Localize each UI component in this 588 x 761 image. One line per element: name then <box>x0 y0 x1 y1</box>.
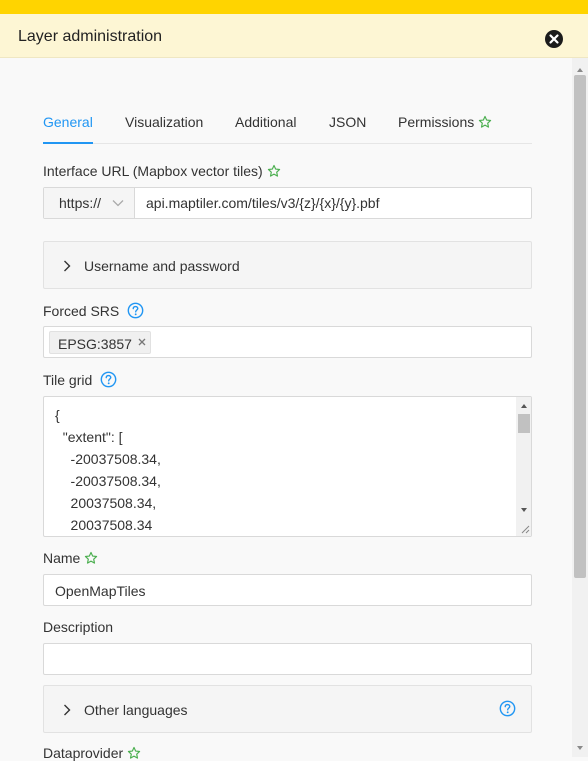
brand-stripe <box>0 0 588 14</box>
name-label: Name <box>43 550 81 566</box>
star-icon <box>127 746 141 759</box>
forced-srs-field[interactable]: EPSG:3857 <box>43 326 532 358</box>
forced-srs-label-row: Forced SRS <box>43 302 144 319</box>
interface-url-label: Interface URL (Mapbox vector tiles) <box>43 163 263 179</box>
other-languages-collapse[interactable]: Other languages <box>43 685 532 733</box>
interface-url-field: https:// api.maptiler.com/tiles/v3/{z}/{… <box>43 187 532 219</box>
dataprovider-label-row: Dataprovider <box>43 745 141 761</box>
active-tab-indicator <box>43 142 93 144</box>
tile-grid-label-row: Tile grid <box>43 371 117 388</box>
dialog-title: Layer administration <box>18 28 163 45</box>
srs-tag-label: EPSG:3857 <box>58 336 132 352</box>
scroll-down-arrow-icon[interactable] <box>572 740 588 756</box>
tile-grid-textarea[interactable]: { "extent": [ -20037508.34, -20037508.34… <box>43 396 532 537</box>
textarea-scrollbar-thumb[interactable] <box>518 414 530 433</box>
protocol-select[interactable]: https:// <box>44 188 135 218</box>
resize-handle-icon[interactable] <box>520 524 530 534</box>
name-value: OpenMapTiles <box>55 583 146 599</box>
tab-json[interactable]: JSON <box>329 114 366 130</box>
tab-permissions-label: Permissions <box>398 114 475 130</box>
help-icon[interactable] <box>127 302 144 319</box>
close-icon[interactable] <box>545 30 563 48</box>
scrollbar-thumb[interactable] <box>574 75 586 578</box>
username-password-collapse[interactable]: Username and password <box>43 241 532 289</box>
page-scrollbar[interactable] <box>572 58 588 757</box>
other-languages-label: Other languages <box>84 702 188 718</box>
dataprovider-label: Dataprovider <box>43 745 124 761</box>
name-label-row: Name <box>43 550 98 566</box>
interface-url-label-row: Interface URL (Mapbox vector tiles) <box>43 163 281 179</box>
dialog-header: Layer administration <box>0 14 588 58</box>
chevron-right-icon <box>64 260 71 272</box>
forced-srs-label: Forced SRS <box>43 303 120 319</box>
protocol-value: https:// <box>59 195 102 211</box>
star-icon <box>479 115 492 128</box>
tab-visualization[interactable]: Visualization <box>125 114 203 130</box>
tab-permissions[interactable]: Permissions <box>398 114 492 130</box>
name-input[interactable]: OpenMapTiles <box>43 574 532 606</box>
chevron-down-icon <box>112 200 124 207</box>
scroll-down-arrow-icon[interactable] <box>519 505 529 515</box>
tile-grid-label: Tile grid <box>43 372 93 388</box>
description-input[interactable] <box>43 643 532 675</box>
scroll-up-arrow-icon[interactable] <box>519 401 529 411</box>
srs-tag: EPSG:3857 <box>49 331 151 354</box>
help-icon[interactable] <box>100 371 117 388</box>
interface-url-input[interactable]: api.maptiler.com/tiles/v3/{z}/{x}/{y}.pb… <box>146 195 379 211</box>
chevron-right-icon <box>64 704 71 716</box>
tab-bar: General Visualization Additional JSON Pe… <box>43 112 532 144</box>
remove-tag-icon[interactable] <box>137 337 147 347</box>
textarea-scrollbar[interactable] <box>516 397 531 536</box>
help-icon[interactable] <box>499 700 516 717</box>
tab-additional[interactable]: Additional <box>235 114 297 130</box>
description-label: Description <box>43 619 114 635</box>
star-icon <box>85 551 98 564</box>
tab-general[interactable]: General <box>43 114 93 130</box>
tile-grid-value: { "extent": [ -20037508.34, -20037508.34… <box>55 407 161 533</box>
star-icon <box>267 164 280 177</box>
username-password-label: Username and password <box>84 258 240 274</box>
